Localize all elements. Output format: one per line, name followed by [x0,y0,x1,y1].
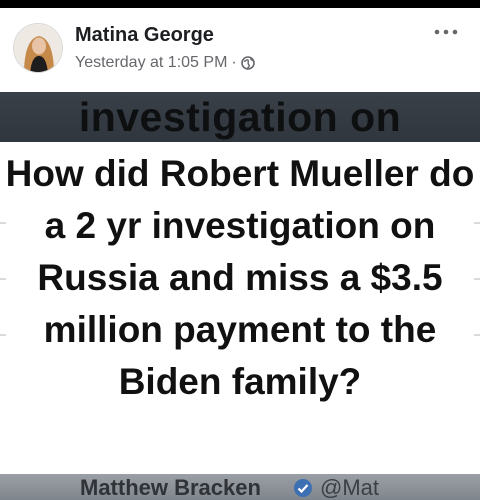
poster-name[interactable]: Matina George [75,24,214,47]
image-edge-mark [0,278,6,280]
post-image[interactable]: investigation on How did Robert Mueller … [0,92,480,500]
post-timestamp[interactable]: Yesterday at 1:05 PM [75,54,227,72]
status-bar [0,0,480,8]
post-meta: Yesterday at 1:05 PM · [75,53,255,73]
more-options-button[interactable] [428,22,464,42]
more-options-icon [434,29,458,35]
image-top-strip-text: investigation on [78,94,402,140]
image-bottom-name: Matthew Bracken [80,475,261,500]
image-edge-mark [474,278,480,280]
image-edge-mark [0,222,6,224]
image-top-strip: investigation on [0,92,480,142]
verified-badge-icon [293,478,313,498]
globe-icon [240,56,255,70]
post-header: Matina George Yesterday at 1:05 PM · [0,8,480,92]
image-bottom-handle: @Mat [320,475,380,500]
image-bottom-strip: Matthew Bracken @Mat [0,474,480,500]
image-edge-mark [0,334,6,336]
avatar[interactable] [13,23,63,73]
image-edge-mark [474,334,480,336]
meta-separator: · [231,54,237,71]
image-edge-mark [474,222,480,224]
image-text-card: How did Robert Mueller do a 2 yr investi… [0,142,480,474]
image-headline: How did Robert Mueller do a 2 yr investi… [5,153,475,402]
